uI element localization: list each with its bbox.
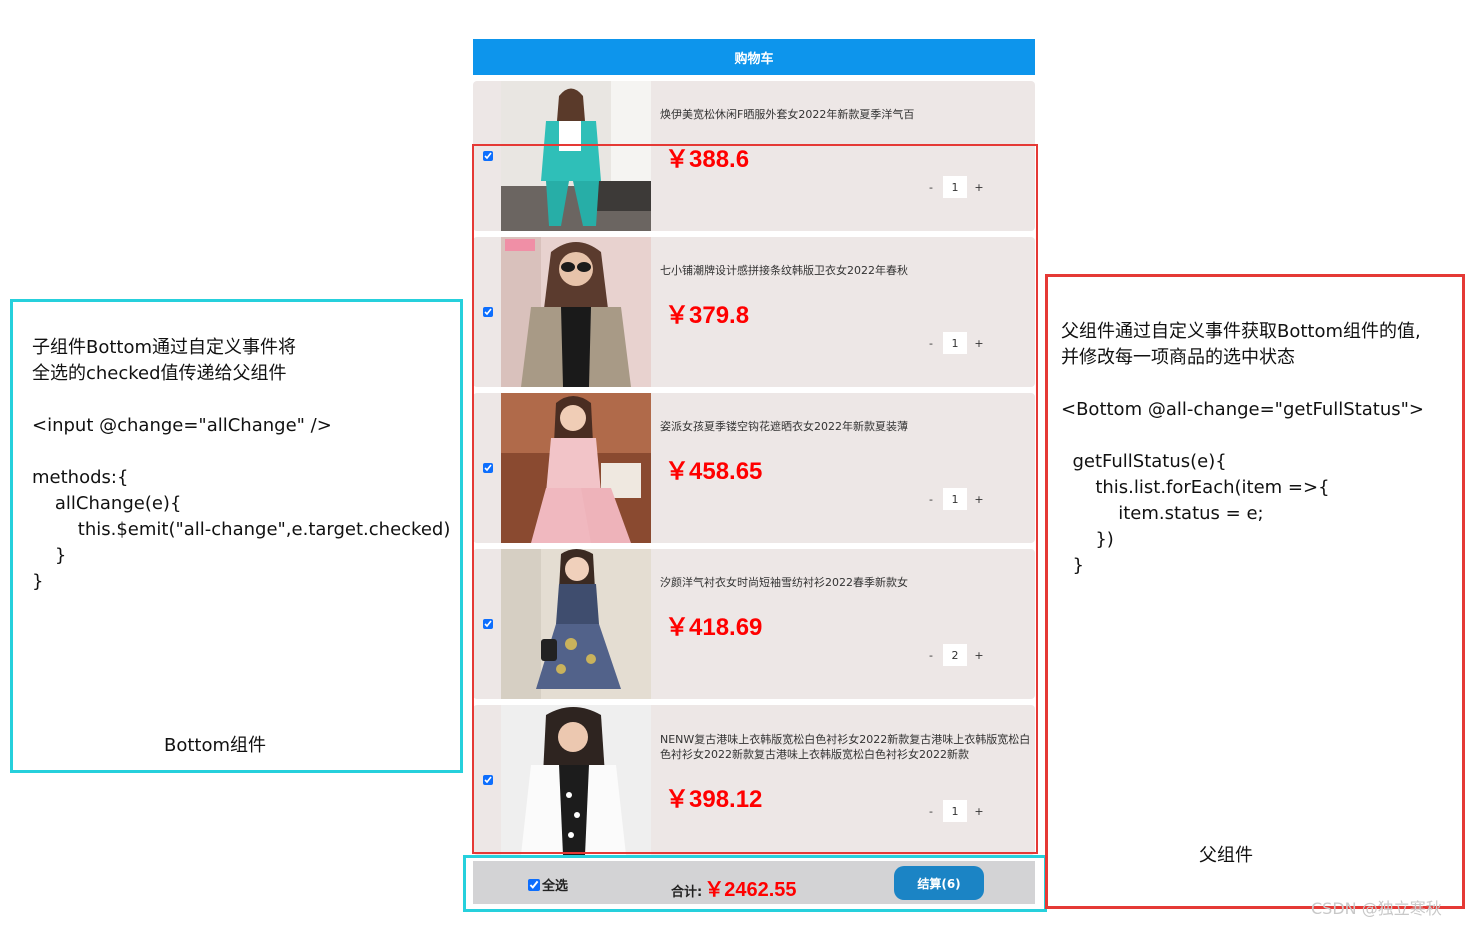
item-list-highlight-frame [472, 144, 1038, 854]
parent-component-caption: 父组件 [1199, 845, 1253, 866]
item-title: 焕伊美宽松休闲F晒服外套女2022年新款夏季洋气百 [660, 108, 915, 121]
cart-app: 购物车 [473, 39, 1035, 75]
bottom-component-caption: Bottom组件 [164, 735, 267, 756]
cart-header: 购物车 [473, 39, 1035, 75]
footer-highlight-frame [463, 855, 1047, 912]
parent-component-note: 父组件通过自定义事件获取Bottom组件的值, 并修改每一项商品的选中状态 <B… [1061, 321, 1425, 576]
cart-title: 购物车 [734, 51, 774, 67]
bottom-component-note: 子组件Bottom通过自定义事件将 全选的checked值传递给父组件 <inp… [32, 337, 451, 592]
watermark: CSDN @独立寒秋 [1311, 899, 1442, 918]
